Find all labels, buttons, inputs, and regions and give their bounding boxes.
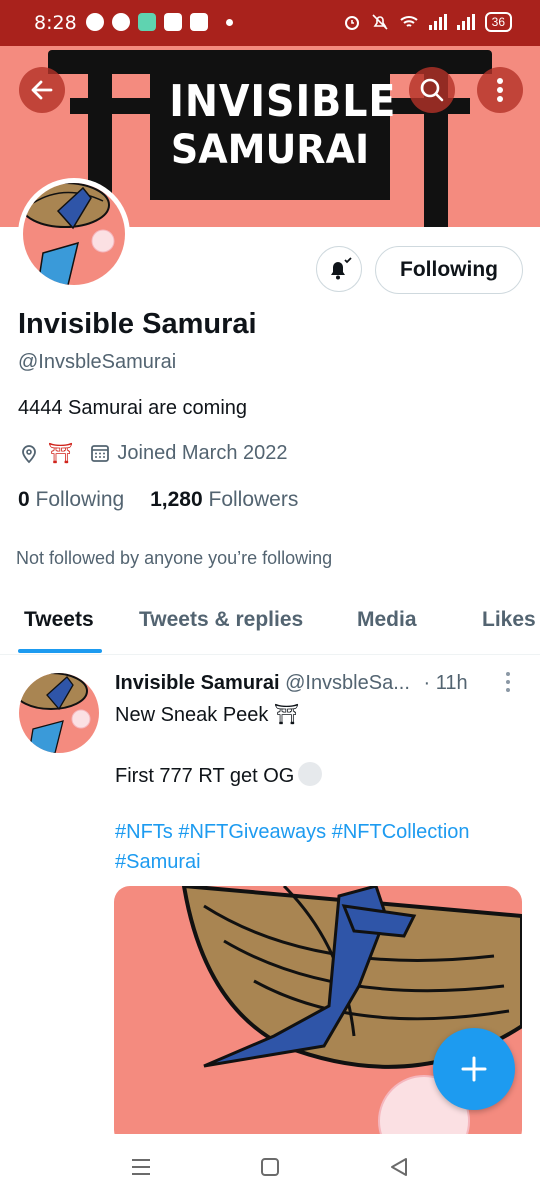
- following-label: Following: [35, 488, 125, 511]
- joined-date: Joined March 2022: [117, 441, 288, 464]
- notification-icons: [86, 13, 233, 31]
- profile-handle: @InvsbleSamurai: [18, 351, 177, 373]
- menu-icon[interactable]: [130, 1156, 152, 1178]
- plus-icon: [461, 1056, 487, 1082]
- follow-counts: 0 Following 1,280 Followers: [18, 488, 298, 512]
- wifi-icon: [399, 16, 418, 27]
- banner-title-line1: INVISIBLE: [169, 76, 397, 127]
- tweet-handle[interactable]: @InvsbleSa...: [285, 672, 410, 694]
- more-dot: [506, 680, 510, 684]
- tweet-hashtags-line1[interactable]: #NFTs #NFTGiveaways #NFTCollection: [115, 821, 470, 844]
- banner-title-line2: SAMURAI: [170, 127, 370, 173]
- followers-count-link[interactable]: 1,280 Followers: [150, 488, 298, 511]
- discord-icon: [86, 13, 104, 31]
- tweet-time: 11h: [435, 672, 468, 694]
- followers-count: 1,280: [150, 488, 203, 511]
- tweet-author[interactable]: Invisible Samurai: [115, 672, 280, 694]
- messenger-icon: [112, 13, 130, 31]
- tweet-line1-text: New Sneak Peek ⛩: [115, 704, 300, 726]
- search-button[interactable]: [409, 67, 455, 113]
- search-icon: [420, 78, 444, 102]
- notifications-bell-button[interactable]: [316, 246, 362, 292]
- back-arrow-icon: [31, 80, 53, 100]
- more-vertical-icon: [497, 78, 503, 102]
- youtube-icon: [190, 13, 208, 31]
- alarm-icon: [344, 16, 359, 30]
- tab-tweets[interactable]: Tweets: [24, 608, 94, 632]
- compose-tweet-button[interactable]: [433, 1028, 515, 1110]
- calendar-icon: [91, 445, 110, 462]
- back-triangle-icon[interactable]: [388, 1156, 410, 1178]
- following-count-link[interactable]: 0 Following: [18, 488, 124, 511]
- followers-label: Followers: [208, 488, 299, 511]
- back-button[interactable]: [19, 67, 65, 113]
- more-options-button[interactable]: [477, 67, 523, 113]
- system-icons: 36: [343, 12, 512, 32]
- tweet-text-line2: First 777 RT get OG: [115, 762, 323, 788]
- app-icon: [138, 13, 156, 31]
- following-button[interactable]: Following: [375, 246, 523, 294]
- tweet-header: Invisible Samurai @InvsbleSa... · 11h: [115, 672, 468, 695]
- signal-icon-2: [456, 14, 475, 30]
- profile-avatar[interactable]: [18, 178, 130, 290]
- system-navigation-bar: [0, 1134, 540, 1200]
- profile-bio: 4444 Samurai are coming: [18, 397, 248, 419]
- samurai-avatar-art: [19, 673, 91, 753]
- avatar-image: [23, 183, 125, 285]
- tweet-avatar[interactable]: [19, 673, 99, 753]
- battery-indicator: 36: [484, 12, 512, 32]
- more-notifications-dot: [226, 18, 233, 26]
- not-followed-text: Not followed by anyone you’re following: [16, 548, 333, 568]
- location-icon: [22, 445, 36, 464]
- tweet-separator: ·: [423, 672, 431, 694]
- banner-title: INVISIBLE SAMURAI: [158, 76, 397, 173]
- profile-meta: ⛩ Joined March 2022: [18, 441, 288, 465]
- profile-name: Invisible Samurai: [18, 308, 257, 340]
- status-time: 8:28: [34, 12, 77, 34]
- tweet-hashtags-line2[interactable]: #Samurai: [115, 851, 201, 874]
- tab-tweets-replies[interactable]: Tweets & replies: [139, 608, 303, 632]
- location-text: ⛩: [48, 441, 74, 465]
- more-dot: [506, 688, 510, 692]
- following-count: 0: [18, 488, 30, 511]
- more-dot: [506, 672, 510, 676]
- mute-icon: [372, 14, 388, 30]
- tweet-text-line1: New Sneak Peek ⛩: [115, 702, 299, 727]
- tweet-more-button[interactable]: [506, 672, 510, 692]
- tweet-line2-text: First 777 RT get OG: [115, 765, 295, 787]
- status-bar: 8:28 36: [0, 0, 540, 46]
- tab-media[interactable]: Media: [357, 608, 417, 632]
- profile-tabs: Tweets Tweets & replies Media Likes: [0, 600, 540, 655]
- gamepad-icon: [164, 13, 182, 31]
- signal-icon: [428, 14, 447, 30]
- samurai-avatar-art: [23, 183, 115, 285]
- tab-likes[interactable]: Likes: [482, 608, 536, 632]
- bell-icon: [331, 257, 352, 280]
- emoji-circle-icon: [298, 762, 323, 786]
- active-tab-indicator: [18, 649, 102, 653]
- home-square-icon[interactable]: [259, 1156, 281, 1178]
